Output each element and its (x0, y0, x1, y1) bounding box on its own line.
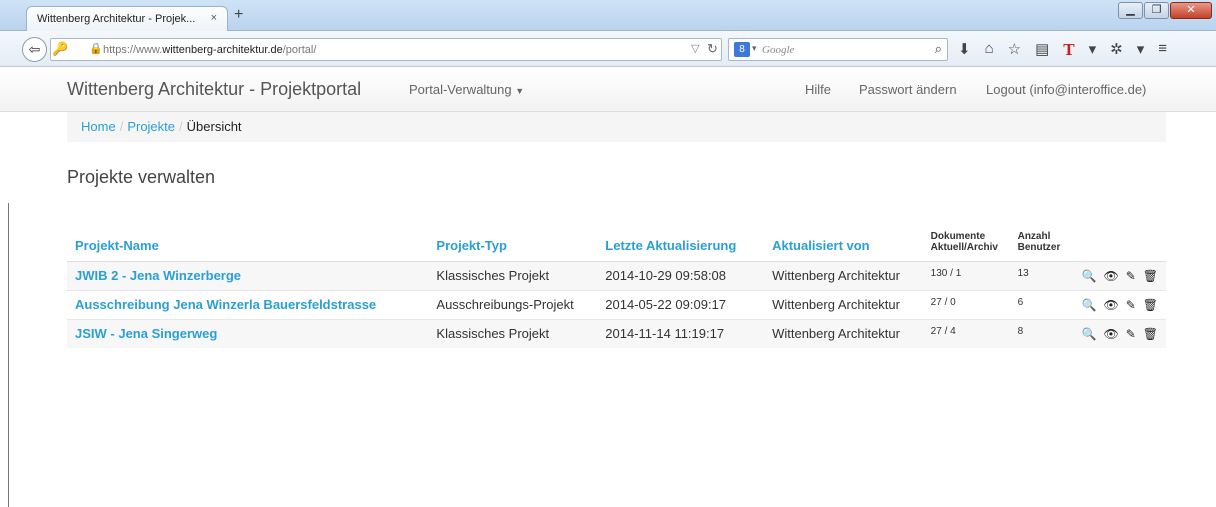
pencil-icon[interactable]: ✎ (1126, 269, 1136, 283)
project-updated-by: Wittenberg Architektur (764, 318, 923, 348)
bookmarks-icon[interactable]: ▤ (1035, 40, 1049, 60)
pencil-icon[interactable]: ✎ (1126, 327, 1136, 341)
chevron-down-icon[interactable]: ▾ (1137, 40, 1145, 60)
row-actions: 🔍 👁 ✎ 🗑 (1082, 298, 1158, 312)
project-updated-by: Wittenberg Architektur (764, 260, 923, 290)
project-docs-count: 130 / 1 (922, 260, 1010, 290)
trash-icon[interactable]: 🗑 (1143, 269, 1158, 283)
eye-icon[interactable]: 👁 (1103, 298, 1118, 312)
project-type: Klassisches Projekt (428, 260, 598, 290)
project-docs-count: 27 / 4 (922, 318, 1010, 348)
projects-table: Projekt-Name Projekt-Typ Letzte Aktualis… (67, 223, 1166, 348)
brand-title[interactable]: Wittenberg Architektur - Projektportal (67, 79, 361, 100)
nav-logout[interactable]: Logout (info@interoffice.de) (986, 82, 1146, 97)
eye-icon[interactable]: 👁 (1103, 327, 1118, 341)
search-placeholder: Google (762, 44, 795, 56)
header-projekt-typ[interactable]: Projekt-Typ (428, 223, 598, 262)
table-row: Ausschreibung Jena Winzerla Bauersfeldst… (67, 289, 1166, 319)
home-icon[interactable]: ⌂ (985, 40, 994, 60)
project-updated: 2014-10-29 09:58:08 (597, 260, 765, 290)
table-row: JSIW - Jena Singerweg Klassisches Projek… (67, 318, 1166, 348)
download-icon[interactable]: ⬇ (958, 40, 971, 60)
search-icon[interactable]: 🔍 (1082, 327, 1097, 341)
trash-icon[interactable]: 🗑 (1143, 298, 1158, 312)
minimize-button[interactable]: ▁ (1118, 2, 1143, 19)
project-users-count: 8 (1009, 318, 1074, 348)
pencil-icon[interactable]: ✎ (1126, 298, 1136, 312)
caret-down-icon: ▼ (515, 86, 525, 96)
star-icon[interactable]: ☆ (1008, 40, 1021, 60)
header-letzte-aktualisierung[interactable]: Letzte Aktualisierung (597, 223, 765, 262)
tab-title: Wittenberg Architektur - Projek... (37, 13, 196, 25)
breadcrumb-separator: / (179, 119, 183, 134)
close-icon[interactable]: × (211, 12, 217, 24)
browser-tab[interactable]: Wittenberg Architektur - Projek... × (26, 6, 228, 32)
project-name-link[interactable]: JWIB 2 - Jena Winzerberge (67, 260, 429, 290)
project-updated-by: Wittenberg Architektur (764, 289, 923, 319)
search-icon[interactable]: ⌕ (935, 41, 942, 57)
menu-icon[interactable]: ≡ (1158, 40, 1167, 60)
browser-tabstrip: Wittenberg Architektur - Projek... × + ▁… (0, 0, 1216, 32)
addon-t-icon[interactable]: T (1063, 40, 1074, 60)
url-text: https://www.wittenberg-architektur.de/po… (103, 44, 317, 56)
header-dokumente: Dokumente Aktuell/Archiv (922, 223, 1010, 262)
nav-hilfe[interactable]: Hilfe (805, 82, 831, 97)
header-actions (1073, 223, 1166, 262)
eye-icon[interactable]: 👁 (1103, 269, 1118, 283)
back-button[interactable]: ⇦ (22, 37, 47, 62)
breadcrumb: Home / Projekte / Übersicht (67, 112, 1166, 142)
page-content: Wittenberg Architektur - Projektportal P… (0, 68, 1216, 507)
header-projekt-name[interactable]: Projekt-Name (67, 223, 429, 262)
project-docs-count: 27 / 0 (922, 289, 1010, 319)
search-bar[interactable]: 8 ▾ Google ⌕ (728, 38, 948, 61)
search-icon[interactable]: 🔍 (1082, 269, 1097, 283)
nav-portal-verwaltung[interactable]: Portal-Verwaltung ▼ (409, 82, 524, 97)
url-dropdown-icon[interactable]: ▽ (691, 42, 699, 55)
breadcrumb-home[interactable]: Home (81, 119, 116, 134)
row-actions: 🔍 👁 ✎ 🗑 (1082, 327, 1158, 341)
url-bar[interactable]: 🔒 https://www.wittenberg-architektur.de/… (50, 38, 722, 61)
project-users-count: 13 (1009, 260, 1074, 290)
project-updated: 2014-05-22 09:09:17 (597, 289, 765, 319)
table-header-row: Projekt-Name Projekt-Typ Letzte Aktualis… (67, 223, 1166, 262)
project-name-link[interactable]: Ausschreibung Jena Winzerla Bauersfeldst… (67, 289, 429, 319)
addon-icon[interactable]: ✲ (1110, 40, 1123, 60)
chevron-down-icon[interactable]: ▾ (752, 43, 757, 54)
toolbar-icons: ⬇ ⌂ ☆ ▤ T ▾ ✲ ▾ ≡ (958, 40, 1167, 60)
search-engine-icon[interactable]: 8 (734, 42, 750, 57)
header-aktualisiert-von[interactable]: Aktualisiert von (764, 223, 923, 262)
breadcrumb-current: Übersicht (186, 119, 242, 134)
browser-toolbar: 🔒 https://www.wittenberg-architektur.de/… (0, 31, 1216, 67)
breadcrumb-separator: / (119, 119, 124, 134)
table-row: JWIB 2 - Jena Winzerberge Klassisches Pr… (67, 260, 1166, 290)
project-users-count: 6 (1009, 289, 1074, 319)
page-edge-marker (8, 203, 9, 507)
trash-icon[interactable]: 🗑 (1143, 327, 1158, 341)
chevron-down-icon[interactable]: ▾ (1089, 40, 1097, 60)
new-tab-button[interactable]: + (234, 6, 243, 24)
project-updated: 2014-11-14 11:19:17 (597, 318, 765, 348)
project-type: Klassisches Projekt (428, 318, 598, 348)
project-type: Ausschreibungs-Projekt (428, 289, 598, 319)
window-controls: ▁ ❐ ✕ (1118, 2, 1212, 19)
search-icon[interactable]: 🔍 (1082, 298, 1097, 312)
lock-icon: 🔒 (89, 43, 103, 55)
row-actions: 🔍 👁 ✎ 🗑 (1082, 269, 1158, 283)
key-icon: 🔑 (52, 41, 69, 56)
breadcrumb-projekte[interactable]: Projekte (127, 119, 175, 134)
maximize-button[interactable]: ❐ (1144, 2, 1169, 19)
header-anzahl-benutzer: Anzahl Benutzer (1009, 223, 1074, 262)
close-window-button[interactable]: ✕ (1170, 2, 1212, 19)
reload-icon[interactable]: ↻ (707, 41, 718, 57)
nav-passwort-aendern[interactable]: Passwort ändern (859, 82, 957, 97)
project-name-link[interactable]: JSIW - Jena Singerweg (67, 318, 429, 348)
page-title: Projekte verwalten (67, 167, 216, 187)
app-navbar: Wittenberg Architektur - Projektportal P… (0, 68, 1216, 112)
